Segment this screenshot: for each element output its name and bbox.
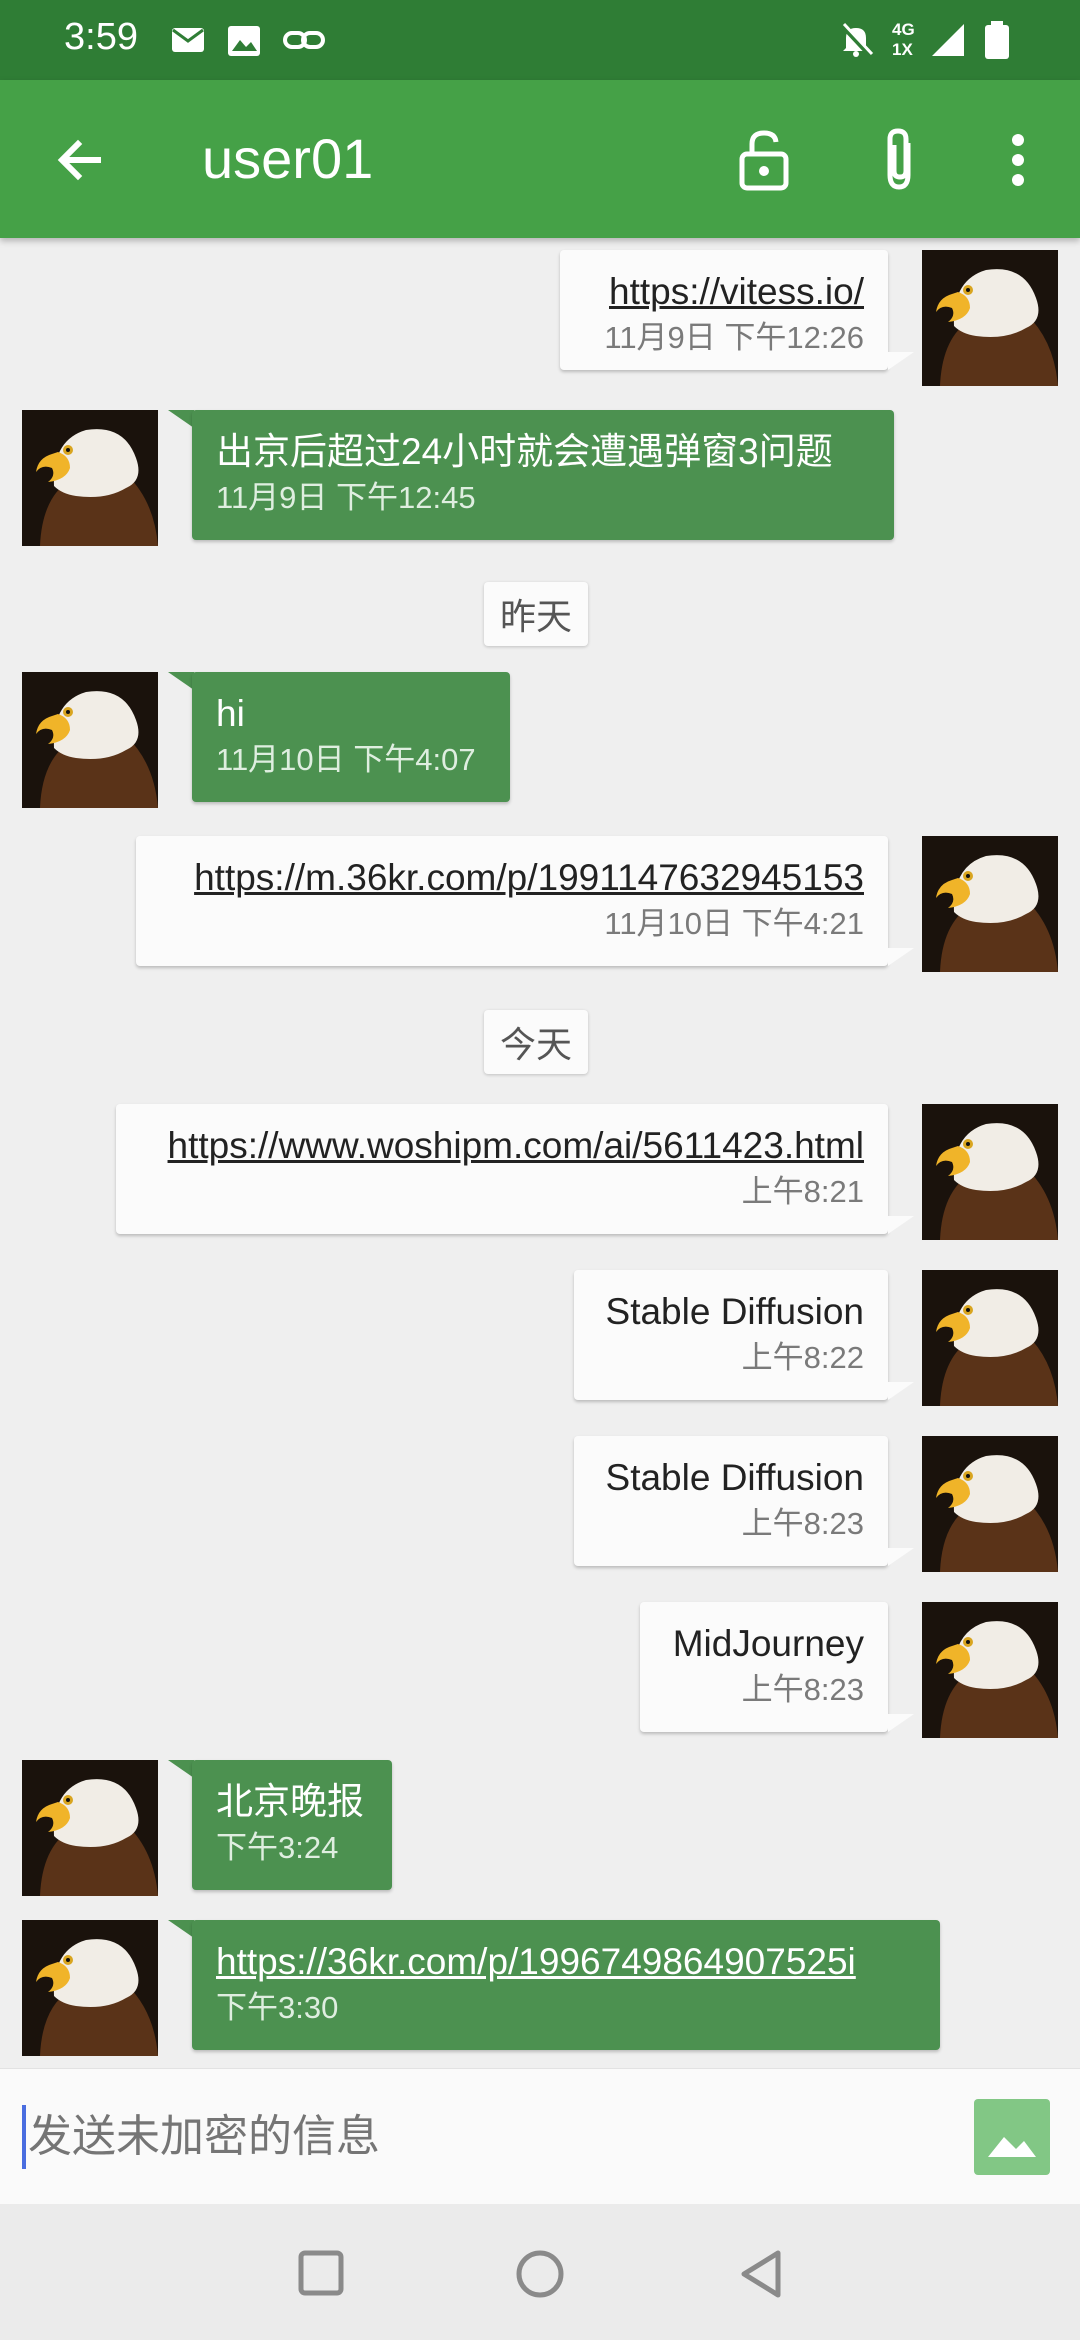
avatar[interactable] — [922, 836, 1058, 972]
message-list[interactable]: https://vitess.io/ 11月9日 下午12:26 出京后超过24… — [0, 238, 1080, 2068]
network-label: 4G 1X — [892, 20, 915, 59]
avatar[interactable] — [22, 410, 158, 546]
bubble-tail — [168, 672, 194, 690]
message-timestamp: 11月10日 下午4:07 — [216, 742, 476, 777]
message-timestamp: 11月9日 下午12:45 — [216, 480, 476, 515]
incoming-message[interactable]: hi 11月10日 下午4:07 — [192, 672, 510, 802]
mail-icon — [170, 20, 206, 65]
incoming-message[interactable]: 出京后超过24小时就会遭遇弹窗3问题 11月9日 下午12:45 — [192, 410, 894, 540]
message-text: Stable Diffusion — [605, 1291, 864, 1332]
bubble-tail — [168, 1760, 194, 1778]
message-text: hi — [216, 693, 245, 734]
avatar[interactable] — [922, 1104, 1058, 1240]
message-timestamp: 11月10日 下午4:21 — [604, 906, 864, 941]
bubble-tail — [888, 1216, 914, 1234]
message-text: 北京晚报 — [216, 1781, 364, 1822]
link-icon — [282, 20, 326, 65]
avatar[interactable] — [22, 1920, 158, 2056]
avatar[interactable] — [22, 1760, 158, 1896]
message-timestamp: 上午8:23 — [741, 1672, 864, 1707]
incoming-message[interactable]: https://36kr.com/p/1996749864907525i 下午3… — [192, 1920, 940, 2050]
message-text[interactable]: https://vitess.io/ — [584, 268, 864, 316]
battery-icon — [982, 20, 1012, 65]
date-separator: 今天 — [484, 1010, 589, 1074]
system-nav-bar — [0, 2204, 1080, 2340]
back-triangle-icon[interactable] — [736, 2248, 786, 2300]
home-circle-icon[interactable] — [514, 2248, 566, 2300]
outgoing-message[interactable]: Stable Diffusion 上午8:23 — [574, 1436, 888, 1566]
status-time: 3:59 — [64, 16, 138, 58]
message-text[interactable]: https://www.woshipm.com/ai/5611423.html — [140, 1122, 864, 1170]
status-bar: 3:59 4G 1X — [0, 0, 1080, 80]
message-timestamp: 上午8:23 — [741, 1506, 864, 1541]
signal-icon — [928, 20, 968, 65]
avatar[interactable] — [922, 1436, 1058, 1572]
bubble-tail — [888, 352, 914, 370]
avatar[interactable] — [922, 1270, 1058, 1406]
message-input[interactable] — [22, 2105, 922, 2169]
image-icon — [226, 20, 262, 65]
message-timestamp: 上午8:21 — [741, 1174, 864, 1209]
message-text: MidJourney — [672, 1623, 864, 1664]
conversation-title: user01 — [202, 127, 374, 190]
avatar[interactable] — [22, 672, 158, 808]
message-text: 出京后超过24小时就会遭遇弹窗3问题 — [216, 431, 833, 472]
bubble-tail — [888, 1548, 914, 1566]
bubble-tail — [888, 948, 914, 966]
message-text[interactable]: https://36kr.com/p/1996749864907525i — [216, 1938, 916, 1986]
message-timestamp: 下午3:24 — [216, 1830, 339, 1865]
avatar[interactable] — [922, 1602, 1058, 1738]
bubble-tail — [888, 1714, 914, 1732]
incoming-message[interactable]: 北京晚报 下午3:24 — [192, 1760, 392, 1890]
bubble-tail — [168, 410, 194, 428]
outgoing-message[interactable]: https://www.woshipm.com/ai/5611423.html … — [116, 1104, 888, 1234]
outgoing-message[interactable]: https://m.36kr.com/p/1991147632945153 11… — [136, 836, 888, 966]
more-vert-icon[interactable] — [976, 118, 1060, 202]
message-text: Stable Diffusion — [605, 1457, 864, 1498]
app-bar: user01 — [0, 80, 1080, 238]
mute-icon — [836, 20, 876, 65]
message-text[interactable]: https://m.36kr.com/p/1991147632945153 — [160, 854, 864, 902]
bubble-tail — [168, 1920, 194, 1938]
message-timestamp: 11月9日 下午12:26 — [604, 320, 864, 355]
date-separator: 昨天 — [484, 582, 589, 646]
message-timestamp: 下午3:30 — [216, 1990, 339, 2025]
outgoing-message[interactable]: MidJourney 上午8:23 — [640, 1602, 888, 1732]
bubble-tail — [888, 1382, 914, 1400]
outgoing-message[interactable]: Stable Diffusion 上午8:22 — [574, 1270, 888, 1400]
composer — [0, 2068, 1080, 2204]
image-icon[interactable] — [974, 2099, 1050, 2175]
message-timestamp: 上午8:22 — [741, 1340, 864, 1375]
attachment-icon[interactable] — [858, 118, 942, 202]
recents-square-icon[interactable] — [296, 2248, 346, 2298]
back-arrow-icon[interactable] — [38, 118, 122, 202]
outgoing-message[interactable]: https://vitess.io/ 11月9日 下午12:26 — [560, 250, 888, 370]
unlock-icon[interactable] — [722, 118, 806, 202]
avatar[interactable] — [922, 250, 1058, 386]
